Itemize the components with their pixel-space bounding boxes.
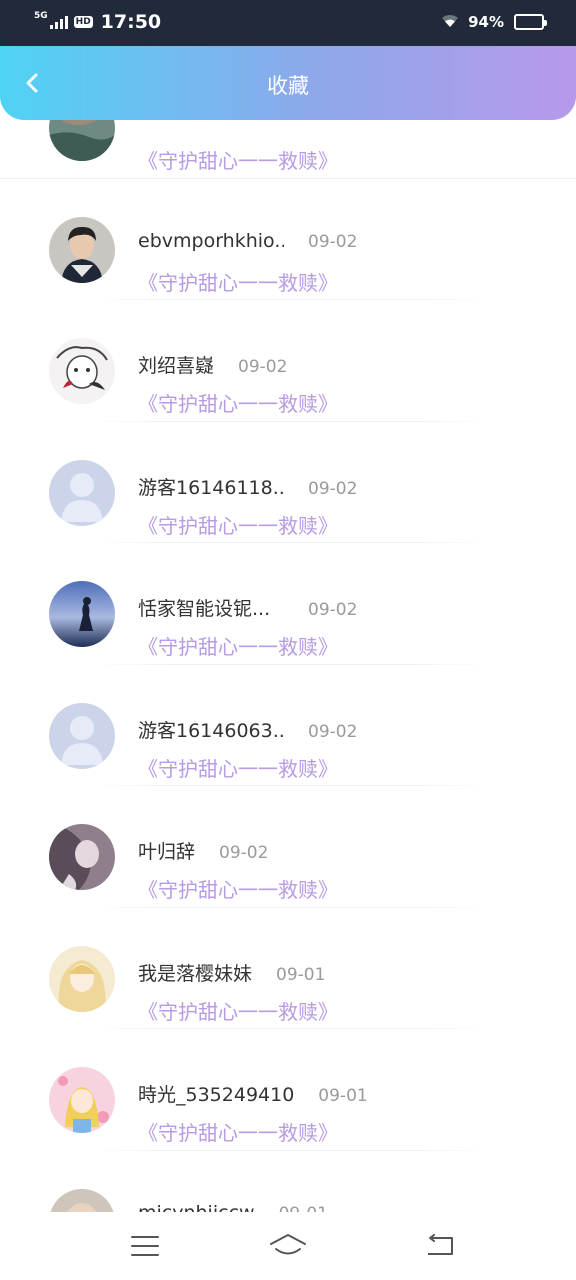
book-title-link[interactable]: 《守护甜心一一救赎》: [138, 996, 338, 1025]
page-title: 收藏: [267, 74, 309, 98]
user-avatar[interactable]: [49, 824, 115, 890]
favorite-item[interactable]: 叶归辞 09-02 《守护甜心一一救赎》: [0, 786, 576, 908]
name-line: ebvmporhkhio... 09-02: [138, 230, 357, 252]
favorite-date: 09-02: [238, 357, 288, 377]
favorite-date: 09-01: [318, 1086, 368, 1106]
status-left: 5G HD 17:50: [34, 10, 161, 34]
clock: 17:50: [100, 11, 162, 33]
name-line: 游客16146118... 09-02: [138, 473, 357, 500]
name-line: 時光_535249410 09-01: [138, 1080, 368, 1107]
favorite-item[interactable]: 我是落樱妹妹 09-01 《守护甜心一一救赎》: [0, 908, 576, 1029]
book-title-link[interactable]: 《守护甜心一一救赎》: [138, 753, 338, 782]
book-title-link[interactable]: 《守护甜心一一救赎》: [138, 631, 338, 660]
name-line: 刘绍喜嶷 09-02: [138, 351, 287, 378]
menu-button[interactable]: [125, 1230, 165, 1262]
status-right: 94%: [440, 10, 547, 34]
username: micvnhiiccw: [138, 1202, 255, 1213]
favorite-date: 09-01: [279, 1204, 328, 1213]
user-avatar[interactable]: [49, 702, 115, 769]
name-line: 游客16146063... 09-02: [138, 716, 357, 743]
book-title-link[interactable]: 《守护甜心一一救赎》: [138, 874, 338, 903]
favorite-date: 09-02: [219, 843, 269, 863]
favorite-item[interactable]: 刘绍喜嶷 09-02 《守护甜心一一救赎》: [0, 300, 576, 422]
username: 時光_535249410: [138, 1084, 295, 1106]
name-line: 我是落樱妹妹 09-01: [138, 959, 325, 986]
favorites-list[interactable]: 《守护甜心一一救赎》 ebvmporhkhio... 09-02 《守护甜心一一救赎》…: [0, 120, 576, 1212]
battery-icon: [514, 14, 547, 30]
book-title-link[interactable]: 《守护甜心一一救赎》: [138, 267, 338, 296]
favorite-date: 09-02: [308, 600, 358, 620]
user-avatar[interactable]: [49, 459, 115, 526]
name-line: 恬家智能设铌... 09-02: [138, 594, 357, 621]
username: 刘绍喜嶷: [138, 355, 215, 377]
home-icon: [270, 1234, 306, 1255]
signal-icon: [49, 15, 68, 29]
header-bar: 收藏: [0, 46, 576, 120]
status-bar: 5G HD 17:50 94%: [0, 0, 576, 46]
user-avatar[interactable]: [49, 216, 115, 283]
username: ebvmporhkhio...: [138, 229, 284, 252]
user-avatar[interactable]: [49, 120, 115, 161]
book-title-link[interactable]: 《守护甜心一一救赎》: [138, 145, 338, 174]
user-avatar[interactable]: [49, 1188, 115, 1212]
favorite-item[interactable]: 游客16146063... 09-02 《守护甜心一一救赎》: [0, 665, 576, 786]
home-button[interactable]: [268, 1230, 308, 1262]
user-avatar[interactable]: [49, 581, 115, 647]
battery-percent: 94%: [468, 13, 504, 31]
favorite-item[interactable]: 《守护甜心一一救赎》: [0, 120, 576, 179]
menu-icon: [131, 1236, 159, 1256]
favorite-item[interactable]: 游客16146118... 09-02 《守护甜心一一救赎》: [0, 422, 576, 543]
book-title-link[interactable]: 《守护甜心一一救赎》: [138, 388, 338, 417]
book-title-link[interactable]: 《守护甜心一一救赎》: [138, 1117, 338, 1146]
username: 游客16146118...: [138, 476, 284, 499]
wifi-icon: [440, 12, 460, 32]
book-title-link[interactable]: 《守护甜心一一救赎》: [138, 510, 338, 539]
favorite-date: 09-01: [276, 964, 326, 985]
favorite-item[interactable]: micvnhiiccw09-01《守护甜心一一救赎》: [0, 1151, 576, 1213]
favorite-item[interactable]: ebvmporhkhio... 09-02 《守护甜心一一救赎》: [0, 179, 576, 300]
network-type: 5G: [34, 11, 48, 21]
name-line: 叶归辞 09-02: [138, 837, 268, 864]
name-line: micvnhiiccw 09-01: [138, 1202, 328, 1213]
favorite-item[interactable]: 時光_535249410 09-01 《守护甜心一一救赎》: [0, 1029, 576, 1151]
user-avatar[interactable]: [49, 945, 115, 1012]
username: 恬家智能设铌...: [138, 598, 271, 620]
favorite-item[interactable]: 恬家智能设铌... 09-02 《守护甜心一一救赎》: [0, 543, 576, 665]
favorite-date: 09-02: [308, 478, 358, 499]
username: 我是落樱妹妹: [138, 962, 253, 985]
username: 叶归辞: [138, 841, 196, 863]
return-icon: [428, 1234, 453, 1255]
favorite-date: 09-02: [308, 231, 358, 252]
return-button[interactable]: [420, 1230, 460, 1262]
system-nav-bar: [0, 1212, 576, 1280]
username: 游客16146063...: [138, 719, 284, 742]
user-avatar[interactable]: [49, 338, 115, 404]
user-avatar[interactable]: [49, 1067, 115, 1133]
hd-badge: HD: [73, 16, 93, 28]
favorite-date: 09-02: [308, 721, 358, 742]
